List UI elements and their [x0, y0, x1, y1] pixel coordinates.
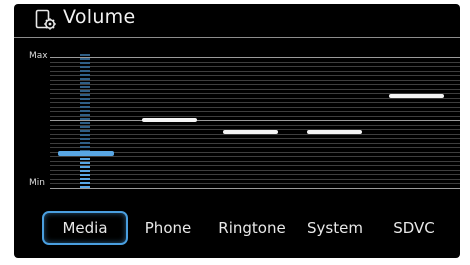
- volume-step[interactable]: [80, 90, 90, 92]
- volume-step[interactable]: [80, 130, 90, 132]
- phone-level-indicator[interactable]: [142, 117, 197, 122]
- volume-step[interactable]: [80, 170, 90, 172]
- volume-step[interactable]: [80, 62, 90, 64]
- volume-step[interactable]: [80, 86, 90, 88]
- volume-step[interactable]: [80, 126, 90, 128]
- media-level-indicator[interactable]: [58, 150, 114, 156]
- grid-line: [50, 61, 460, 63]
- ringtone-level-indicator[interactable]: [223, 129, 278, 134]
- volume-step[interactable]: [80, 122, 90, 124]
- grid-line: [50, 169, 460, 171]
- grid-line: [50, 138, 460, 140]
- volume-settings-icon: [35, 9, 56, 30]
- grid-line: [50, 178, 460, 180]
- grid-line: [50, 156, 460, 158]
- grid-line: [50, 57, 460, 58]
- volume-step[interactable]: [80, 54, 90, 56]
- tab-ringtone[interactable]: Ringtone: [210, 211, 294, 245]
- volume-step[interactable]: [80, 78, 90, 80]
- grid-line: [50, 111, 460, 113]
- grid-line: [50, 174, 460, 176]
- grid-line: [50, 106, 460, 108]
- volume-step[interactable]: [80, 146, 90, 148]
- header: Volume: [14, 4, 460, 38]
- volume-step[interactable]: [80, 166, 90, 168]
- volume-step[interactable]: [80, 66, 90, 68]
- grid-line: [50, 102, 460, 104]
- volume-step[interactable]: [80, 70, 90, 72]
- volume-step[interactable]: [80, 58, 90, 60]
- grid-line: [50, 133, 460, 135]
- grid-line: [50, 165, 460, 167]
- volume-step[interactable]: [80, 110, 90, 112]
- grid-line: [50, 124, 460, 126]
- media-volume-ladder[interactable]: [80, 54, 90, 188]
- volume-step[interactable]: [80, 182, 90, 184]
- sdvc-level-indicator[interactable]: [389, 94, 444, 99]
- grid-line: [50, 183, 460, 185]
- axis-max-label: Max: [29, 51, 48, 61]
- grid-line: [50, 188, 460, 189]
- grid-line: [50, 84, 460, 86]
- grid-line: [50, 66, 460, 68]
- axis-min-label: Min: [29, 178, 45, 188]
- volume-step[interactable]: [80, 138, 90, 140]
- header-divider: [14, 37, 460, 38]
- volume-step[interactable]: [80, 82, 90, 84]
- grid-line: [50, 75, 460, 77]
- tab-media[interactable]: Media: [42, 211, 128, 245]
- volume-step[interactable]: [80, 74, 90, 76]
- volume-step[interactable]: [80, 186, 90, 188]
- tab-system[interactable]: System: [300, 211, 370, 245]
- grid-line: [50, 142, 460, 144]
- volume-step[interactable]: [80, 94, 90, 96]
- volume-step[interactable]: [80, 118, 90, 120]
- volume-step[interactable]: [80, 114, 90, 116]
- grid-line: [50, 79, 460, 81]
- system-level-indicator[interactable]: [307, 129, 362, 134]
- volume-step[interactable]: [80, 178, 90, 180]
- grid-line: [50, 115, 460, 117]
- volume-step[interactable]: [80, 158, 90, 160]
- volume-step[interactable]: [80, 134, 90, 136]
- grid-line: [50, 120, 460, 122]
- volume-step[interactable]: [80, 142, 90, 144]
- grid-line: [50, 88, 460, 90]
- volume-step[interactable]: [80, 162, 90, 164]
- volume-grid[interactable]: [50, 57, 460, 189]
- tab-phone[interactable]: Phone: [136, 211, 200, 245]
- grid-line: [50, 160, 460, 162]
- volume-step[interactable]: [80, 106, 90, 108]
- page-title: Volume: [63, 6, 136, 28]
- volume-step[interactable]: [80, 98, 90, 100]
- volume-step[interactable]: [80, 174, 90, 176]
- volume-step[interactable]: [80, 102, 90, 104]
- volume-screen: Volume Max Min Media Phone Ringtone System S…: [14, 4, 460, 258]
- grid-line: [50, 70, 460, 72]
- grid-line: [50, 147, 460, 149]
- tab-sdvc[interactable]: SDVC: [384, 211, 444, 245]
